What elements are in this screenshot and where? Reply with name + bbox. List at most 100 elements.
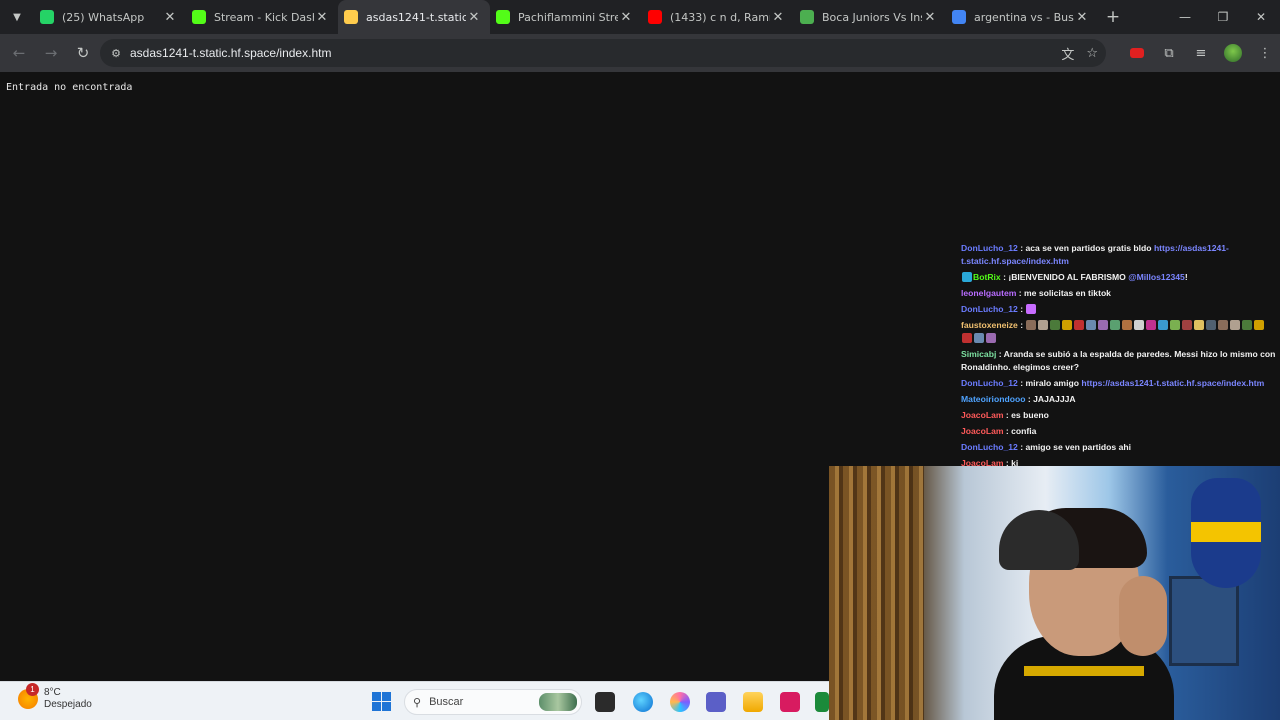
reload-button[interactable]: ↻ <box>68 38 98 68</box>
tab-2[interactable]: Stream - Kick Dashboard✕ <box>186 0 338 34</box>
close-window-button[interactable]: ✕ <box>1242 0 1280 34</box>
search-highlight-image <box>539 693 577 711</box>
tab-close-icon[interactable]: ✕ <box>922 10 938 25</box>
tab-close-icon[interactable]: ✕ <box>314 10 330 25</box>
chat-emote <box>1218 320 1229 331</box>
chat-username[interactable]: Mateoiriondooo <box>961 394 1025 404</box>
chat-emote <box>1074 320 1085 331</box>
chat-message: DonLucho_12 : miralo amigo https://asdas… <box>960 375 1276 391</box>
weather-condition: Despejado <box>44 699 92 710</box>
tab-title: (1433) c n d, Rammanta <box>670 10 770 24</box>
tab-6[interactable]: Boca Juniors Vs Instituto✕ <box>794 0 946 34</box>
file-explorer-icon[interactable] <box>743 692 763 712</box>
chat-emote <box>1122 320 1133 331</box>
tab-5[interactable]: (1433) c n d, Rammanta✕ <box>642 0 794 34</box>
kick-icon <box>496 10 510 24</box>
chat-username[interactable]: JoacoLam <box>961 410 1004 420</box>
chat-username[interactable]: leonelgautem <box>961 288 1016 298</box>
chat-emote <box>986 333 996 344</box>
minimize-button[interactable]: — <box>1166 0 1204 34</box>
app-icon-red[interactable] <box>780 692 800 712</box>
tab-title: Pachiflammini Stream <box>518 10 618 24</box>
chat-text: : ¡BIENVENIDO AL FABRISMO <box>1000 271 1129 282</box>
chat-text: : confia <box>1003 425 1037 436</box>
chat-username[interactable]: JoacoLam <box>961 426 1004 436</box>
chat-emote <box>1062 320 1073 331</box>
chat-message: faustoxeneize : <box>960 317 1276 346</box>
chat-username[interactable]: faustoxeneize <box>961 320 1018 330</box>
app-icon-green[interactable] <box>815 692 829 712</box>
copilot-icon[interactable] <box>670 692 690 712</box>
tab-1[interactable]: (25) WhatsApp ✕ <box>34 0 186 34</box>
weather-widget[interactable]: 1 8°C Despejado <box>18 683 92 711</box>
chat-message: BotRix : ¡BIENVENIDO AL FABRISMO @Millos… <box>960 269 1276 285</box>
chat-text: : miralo amigo <box>1017 377 1082 388</box>
chat-text: : <box>1017 303 1026 314</box>
chat-username[interactable]: DonLucho_12 <box>961 442 1018 452</box>
tab-3[interactable]: asdas1241-t.static.hf.space✕ <box>338 0 490 34</box>
chat-link[interactable]: https://asdas1241-t.static.hf.space/inde… <box>1081 378 1264 388</box>
address-bar[interactable]: ⚙ asdas1241-t.static.hf.space/index.htm … <box>100 39 1106 67</box>
restore-button[interactable]: ❐ <box>1204 0 1242 34</box>
youtube-icon <box>648 10 662 24</box>
menu-kebab-icon[interactable]: ⋮ <box>1254 42 1276 64</box>
kick-icon <box>192 10 206 24</box>
tab-title: asdas1241-t.static.hf.space <box>366 10 466 24</box>
chat-text: : JAJAJJJA <box>1025 393 1076 404</box>
tab-4[interactable]: Pachiflammini Stream✕ <box>490 0 642 34</box>
chat-message: JoacoLam : confia <box>960 423 1276 439</box>
tab-close-icon[interactable]: ✕ <box>162 10 178 25</box>
flag-text: CABJ <box>1197 524 1248 543</box>
tab-close-icon[interactable]: ✕ <box>1074 10 1090 25</box>
chat-username[interactable]: Simicabj <box>961 349 996 359</box>
tab-close-icon[interactable]: ✕ <box>466 10 482 25</box>
chat-username[interactable]: DonLucho_12 <box>961 243 1018 253</box>
chat-emote <box>1206 320 1217 331</box>
tab-close-icon[interactable]: ✕ <box>770 10 786 25</box>
search-placeholder: Buscar <box>429 696 464 708</box>
chat-message: DonLucho_12 : <box>960 301 1276 317</box>
windows-start-button[interactable] <box>372 692 391 711</box>
google-icon <box>952 10 966 24</box>
chat-username[interactable]: DonLucho_12 <box>961 378 1018 388</box>
site-info-icon[interactable]: ⚙ <box>102 47 130 60</box>
teams-icon[interactable] <box>706 692 726 712</box>
extensions-icon[interactable]: ⧉ <box>1158 42 1180 64</box>
chat-text: : <box>1017 319 1026 330</box>
back-button[interactable]: ← <box>4 38 34 68</box>
chat-emote <box>1230 320 1241 331</box>
bookmark-star-icon[interactable]: ☆ <box>1086 46 1098 61</box>
url-text[interactable]: asdas1241-t.static.hf.space/index.htm <box>130 46 331 60</box>
chat-text: : Aranda se subió a la espalda de parede… <box>961 348 1276 372</box>
taskbar-search[interactable]: ⚲ Buscar <box>404 689 582 715</box>
window-controls: — ❐ ✕ <box>1166 0 1280 34</box>
huggingface-icon <box>344 10 358 24</box>
tab-7[interactable]: argentina vs - Buscar✕ <box>946 0 1098 34</box>
notification-badge: 1 <box>26 683 39 696</box>
media-controls-icon[interactable]: ≡ <box>1190 42 1212 64</box>
chat-emote <box>1026 304 1037 315</box>
edge-icon[interactable] <box>633 692 653 712</box>
translate-icon[interactable]: 文 <box>1061 44 1074 63</box>
chat-emote <box>1098 320 1109 331</box>
webcam-overlay: CABJ <box>829 466 1280 720</box>
chat-username[interactable]: DonLucho_12 <box>961 304 1018 314</box>
tab-title: Stream - Kick Dashboard <box>214 10 314 24</box>
tab-search-button[interactable]: ▼ <box>0 0 34 34</box>
chat-emote <box>974 333 984 344</box>
extension-record-icon[interactable] <box>1126 42 1148 64</box>
forward-button[interactable]: → <box>36 38 66 68</box>
profile-avatar[interactable] <box>1222 42 1244 64</box>
weather-temperature: 8°C <box>44 687 61 698</box>
chat-emote <box>1170 320 1181 331</box>
streamer-hand <box>1119 576 1167 656</box>
chat-message: DonLucho_12 : amigo se ven partidos ahi <box>960 439 1276 455</box>
tab-close-icon[interactable]: ✕ <box>618 10 634 25</box>
chat-emote <box>1086 320 1097 331</box>
new-tab-button[interactable]: + <box>1098 0 1128 34</box>
task-view-icon[interactable] <box>595 692 615 712</box>
chat-emote <box>1146 320 1157 331</box>
chat-emote <box>1158 320 1169 331</box>
chat-username[interactable]: BotRix <box>973 272 1001 282</box>
chat-mention[interactable]: @Millos12345 <box>1128 272 1185 282</box>
